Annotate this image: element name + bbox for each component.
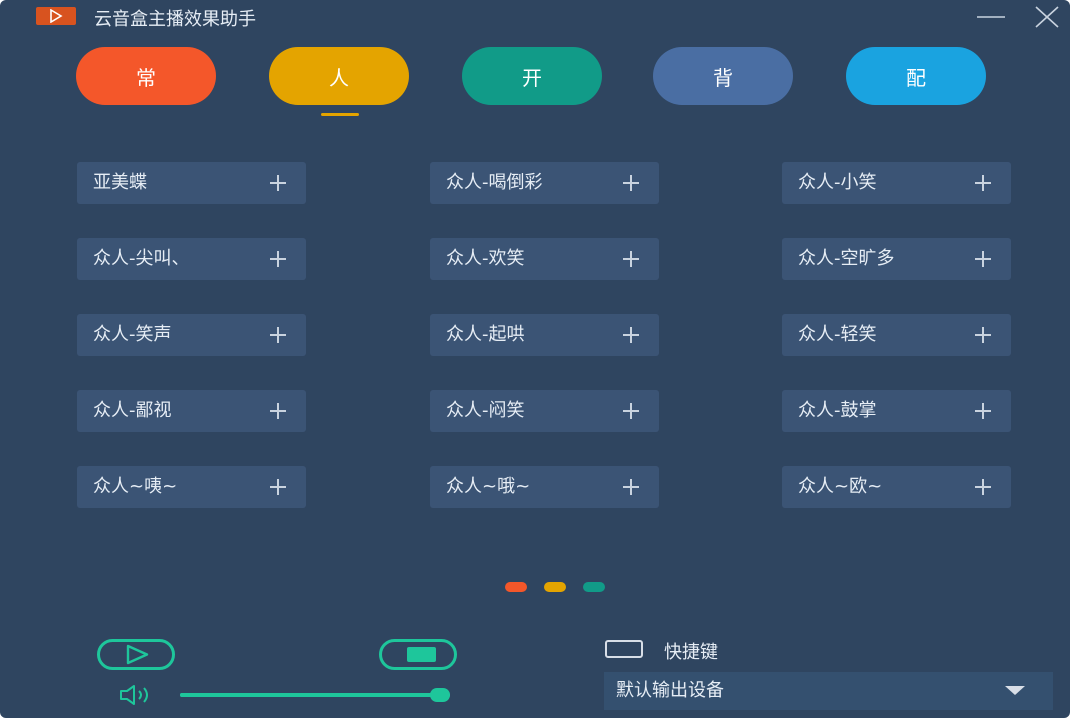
plus-icon[interactable] bbox=[974, 326, 992, 344]
titlebar[interactable]: 云音盒主播效果助手 bbox=[0, 0, 1070, 34]
sound-item[interactable]: 众人-小笑 bbox=[782, 162, 1011, 204]
sound-label: 众人-小笑 bbox=[798, 172, 877, 193]
volume-icon[interactable] bbox=[118, 684, 158, 706]
app-title: 云音盒主播效果助手 bbox=[94, 9, 256, 30]
plus-icon[interactable] bbox=[269, 478, 287, 496]
plus-icon[interactable] bbox=[622, 402, 640, 420]
tab-label: 人 bbox=[329, 65, 349, 90]
plus-icon[interactable] bbox=[269, 174, 287, 192]
app-logo-icon bbox=[36, 7, 76, 25]
tab-label: 常 bbox=[136, 65, 156, 90]
sound-item[interactable]: 众人-笑声 bbox=[77, 314, 306, 356]
minimize-icon bbox=[977, 16, 1005, 18]
tab-people[interactable]: 人 bbox=[269, 47, 409, 105]
hotkey-checkbox[interactable] bbox=[605, 640, 643, 658]
plus-icon[interactable] bbox=[622, 250, 640, 268]
active-tab-indicator bbox=[321, 113, 359, 116]
sound-label: 众人~咦~ bbox=[93, 476, 178, 497]
plus-icon[interactable] bbox=[974, 174, 992, 192]
sound-item[interactable]: 众人-尖叫、 bbox=[77, 238, 306, 280]
plus-icon[interactable] bbox=[974, 402, 992, 420]
plus-icon[interactable] bbox=[622, 326, 640, 344]
output-device-select[interactable]: 默认输出设备 bbox=[604, 672, 1053, 710]
chevron-down-icon bbox=[1005, 686, 1025, 695]
sound-label: 亚美蝶 bbox=[93, 172, 147, 193]
plus-icon[interactable] bbox=[269, 250, 287, 268]
sound-label: 众人-起哄 bbox=[446, 324, 525, 345]
tab-dubbing[interactable]: 配 bbox=[846, 47, 986, 105]
close-button[interactable] bbox=[1032, 6, 1062, 28]
sound-item[interactable]: 众人-闷笑 bbox=[430, 390, 659, 432]
tab-background[interactable]: 背 bbox=[653, 47, 793, 105]
sound-label: 众人-欢笑 bbox=[446, 248, 525, 269]
sound-label: 众人-笑声 bbox=[93, 324, 172, 345]
output-device-value: 默认输出设备 bbox=[616, 680, 724, 701]
stop-icon bbox=[407, 647, 436, 662]
stop-button[interactable] bbox=[379, 639, 457, 670]
plus-icon[interactable] bbox=[622, 174, 640, 192]
plus-icon[interactable] bbox=[622, 478, 640, 496]
minimize-button[interactable] bbox=[976, 6, 1006, 28]
sound-label: 众人-鼓掌 bbox=[798, 400, 877, 421]
sound-label: 众人~欧~ bbox=[798, 476, 883, 497]
sound-label: 众人-尖叫、 bbox=[93, 248, 190, 269]
page-dot[interactable] bbox=[583, 582, 605, 592]
category-tabs: 常 人 开 背 配 bbox=[0, 47, 1070, 119]
hotkey-label: 快捷键 bbox=[664, 642, 718, 663]
plus-icon[interactable] bbox=[269, 326, 287, 344]
sound-label: 众人-空旷多 bbox=[798, 248, 895, 269]
sound-item[interactable]: 众人-鄙视 bbox=[77, 390, 306, 432]
volume-slider[interactable] bbox=[180, 688, 450, 702]
sound-label: 众人-轻笑 bbox=[798, 324, 877, 345]
play-button[interactable] bbox=[97, 639, 175, 670]
close-icon bbox=[1035, 6, 1059, 28]
plus-icon[interactable] bbox=[974, 250, 992, 268]
tab-label: 背 bbox=[713, 65, 733, 90]
play-icon bbox=[126, 644, 149, 665]
page-dot[interactable] bbox=[544, 582, 566, 592]
volume-fill bbox=[180, 693, 450, 697]
tab-label: 配 bbox=[906, 65, 926, 90]
sound-item[interactable]: 众人-欢笑 bbox=[430, 238, 659, 280]
tab-common[interactable]: 常 bbox=[76, 47, 216, 105]
plus-icon[interactable] bbox=[974, 478, 992, 496]
sound-item[interactable]: 众人~欧~ bbox=[782, 466, 1011, 508]
sound-label: 众人-喝倒彩 bbox=[446, 172, 543, 193]
page-indicator bbox=[505, 582, 615, 594]
plus-icon[interactable] bbox=[269, 402, 287, 420]
volume-slider-thumb[interactable] bbox=[430, 688, 450, 702]
sound-item[interactable]: 众人-轻笑 bbox=[782, 314, 1011, 356]
sound-item[interactable]: 众人~哦~ bbox=[430, 466, 659, 508]
sound-item[interactable]: 众人~咦~ bbox=[77, 466, 306, 508]
sound-item[interactable]: 众人-喝倒彩 bbox=[430, 162, 659, 204]
main-window: 云音盒主播效果助手 常 人 开 背 配 亚美蝶 众人-喝倒彩 众人-小笑 众人-… bbox=[0, 0, 1070, 718]
page-dot[interactable] bbox=[505, 582, 527, 592]
tab-label: 开 bbox=[522, 65, 542, 90]
sound-item[interactable]: 众人-鼓掌 bbox=[782, 390, 1011, 432]
sound-label: 众人-闷笑 bbox=[446, 400, 525, 421]
sound-label: 众人-鄙视 bbox=[93, 400, 172, 421]
sound-label: 众人~哦~ bbox=[446, 476, 531, 497]
sound-item[interactable]: 众人-空旷多 bbox=[782, 238, 1011, 280]
sound-item[interactable]: 众人-起哄 bbox=[430, 314, 659, 356]
tab-open[interactable]: 开 bbox=[462, 47, 602, 105]
sound-item[interactable]: 亚美蝶 bbox=[77, 162, 306, 204]
